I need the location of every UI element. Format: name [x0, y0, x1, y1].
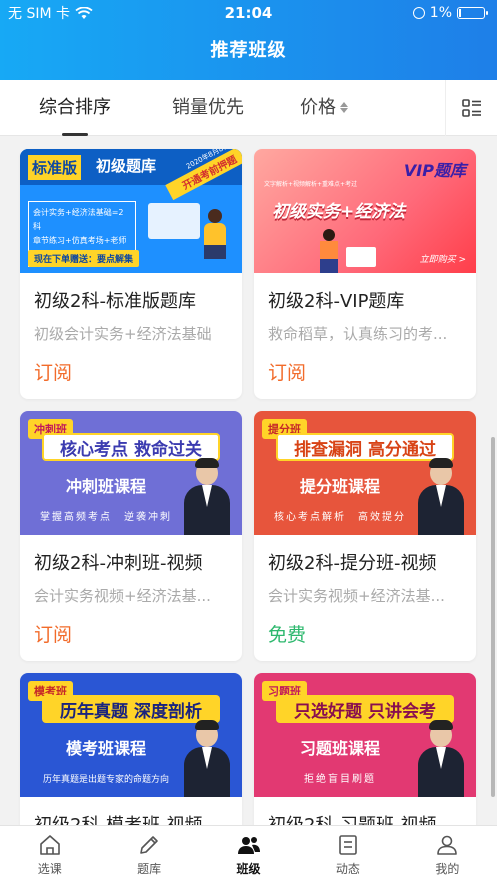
tab-label: 选课 — [37, 861, 62, 876]
teacher-photo — [184, 455, 230, 535]
course-name: 初级2科-提分班-视频 — [268, 553, 437, 574]
course-card[interactable]: 习题班 只选好题 只讲会考 习题班课程 拒绝盲目刷题 初级2科-习题班-视频 — [254, 673, 476, 825]
battery-icon — [457, 7, 488, 19]
thumb-course: 习题班课程 — [299, 739, 380, 758]
illustration-person — [318, 229, 340, 273]
thumb-footer: 现在下单赠送：要点解集 — [28, 250, 140, 267]
thumb-tag: 掌握高频考点 逆袭冲刺 — [40, 512, 172, 523]
tab-question-bank[interactable]: 题库 — [99, 826, 198, 883]
scrollbar[interactable] — [491, 437, 495, 797]
tab-select-course[interactable]: 选课 — [0, 826, 99, 883]
sort-tab-price[interactable]: 价格 — [266, 80, 382, 136]
teacher-photo — [418, 455, 464, 535]
pencil-icon — [140, 835, 158, 854]
thumb-course: 提分班课程 — [299, 477, 380, 496]
thumb-headline: 初级实务+经济法 — [272, 202, 406, 222]
tab-label: 动态 — [335, 861, 360, 876]
course-price: 订阅 — [34, 624, 73, 646]
course-thumbnail: 习题班 只选好题 只讲会考 习题班课程 拒绝盲目刷题 — [254, 673, 476, 797]
thumb-badge: VIP题库 — [403, 161, 466, 180]
course-subtitle: 救命稻草，认真练习的考... — [268, 325, 448, 343]
course-thumbnail: VIP题库 文字解析+视频解析+重难点+考过 初级实务+经济法 立即购买 > — [254, 149, 476, 273]
thumb-line1: 文字解析+视频解析+重难点+考过 — [264, 181, 358, 188]
course-price: 订阅 — [268, 362, 307, 384]
course-name: 初级2科-习题班-视频 — [254, 797, 476, 825]
course-thumbnail: 标准版 初级题库 开通考前押题 2020年8月8日 会计实务+经济法基础=2科 … — [20, 149, 242, 273]
thumb-headline: 初级题库 — [96, 157, 157, 175]
profile-icon — [437, 835, 458, 855]
bottom-tab-bar: 选课 题库 班级 动态 我的 — [0, 825, 497, 883]
course-subtitle: 初级会计实务+经济法基础 — [34, 325, 212, 343]
tab-news[interactable]: 动态 — [298, 826, 397, 883]
tab-class[interactable]: 班级 — [199, 826, 298, 883]
thumb-tag: 核心考点解析 高效提分 — [274, 512, 406, 523]
layout-toggle-button[interactable] — [445, 80, 497, 136]
sort-tab-sales[interactable]: 销量优先 — [150, 80, 266, 136]
course-card[interactable]: 标准版 初级题库 开通考前押题 2020年8月8日 会计实务+经济法基础=2科 … — [20, 149, 242, 399]
tab-label: 班级 — [236, 861, 261, 876]
sort-price-label: 价格 — [300, 96, 336, 118]
tab-label: 我的 — [435, 861, 460, 876]
course-name: 初级2科-标准版题库 — [34, 291, 196, 312]
course-subtitle: 会计实务视频+经济法基... — [268, 587, 445, 605]
course-list: 标准版 初级题库 开通考前押题 2020年8月8日 会计实务+经济法基础=2科 … — [0, 137, 497, 825]
sort-tab-comprehensive[interactable]: 综合排序 — [0, 80, 150, 136]
course-subtitle: 会计实务视频+经济法基... — [34, 587, 211, 605]
course-card[interactable]: VIP题库 文字解析+视频解析+重难点+考过 初级实务+经济法 立即购买 > 初… — [254, 149, 476, 399]
illustration-screen — [148, 203, 200, 239]
list-view-icon — [461, 99, 481, 117]
news-icon — [339, 834, 357, 855]
thumb-tag: 拒绝盲目刷题 — [304, 774, 376, 785]
tab-profile[interactable]: 我的 — [398, 826, 497, 883]
thumb-badge: 标准版 — [28, 155, 82, 180]
course-card[interactable]: 模考班 历年真题 深度剖析 模考班课程 历年真题是出题专家的命题方向 初级2科-… — [20, 673, 242, 825]
course-thumbnail: 模考班 历年真题 深度剖析 模考班课程 历年真题是出题专家的命题方向 — [20, 673, 242, 797]
thumb-footer: 立即购买 > — [419, 255, 466, 265]
app-header: 无 SIM 卡 21:04 1% 推荐班级 — [0, 0, 497, 80]
course-card[interactable]: 提分班 排查漏洞 高分通过 提分班课程 核心考点解析 高效提分 初级2科-提分班… — [254, 411, 476, 661]
home-icon — [39, 834, 60, 855]
page-title: 推荐班级 — [210, 40, 287, 61]
status-bar: 无 SIM 卡 21:04 1% — [0, 0, 497, 26]
class-icon — [237, 836, 260, 854]
thumb-course: 冲刺班课程 — [65, 477, 146, 496]
sort-arrows-icon — [340, 102, 348, 113]
illustration-person — [200, 209, 228, 259]
course-card[interactable]: 冲刺班 核心考点 救命过关 冲刺班课程 掌握高频考点 逆袭冲刺 初级2科-冲刺班… — [20, 411, 242, 661]
teacher-photo — [418, 717, 464, 797]
course-name: 初级2科-模考班-视频 — [20, 797, 242, 825]
illustration-laptop — [346, 247, 376, 267]
status-time: 21:04 — [224, 4, 273, 22]
thumb-course: 模考班课程 — [65, 739, 146, 758]
course-thumbnail: 提分班 排查漏洞 高分通过 提分班课程 核心考点解析 高效提分 — [254, 411, 476, 535]
course-name: 初级2科-VIP题库 — [268, 291, 405, 312]
teacher-photo — [184, 717, 230, 797]
course-thumbnail: 冲刺班 核心考点 救命过关 冲刺班课程 掌握高频考点 逆袭冲刺 — [20, 411, 242, 535]
thumb-tag: 历年真题是出题专家的命题方向 — [42, 775, 169, 785]
sort-bar: 综合排序 销量优先 价格 — [0, 80, 497, 136]
tab-label: 题库 — [137, 861, 162, 876]
course-name: 初级2科-冲刺班-视频 — [34, 553, 203, 574]
thumb-line1: 会计实务+经济法基础=2科 — [33, 208, 124, 231]
course-price: 免费 — [268, 624, 307, 646]
course-price: 订阅 — [34, 362, 73, 384]
